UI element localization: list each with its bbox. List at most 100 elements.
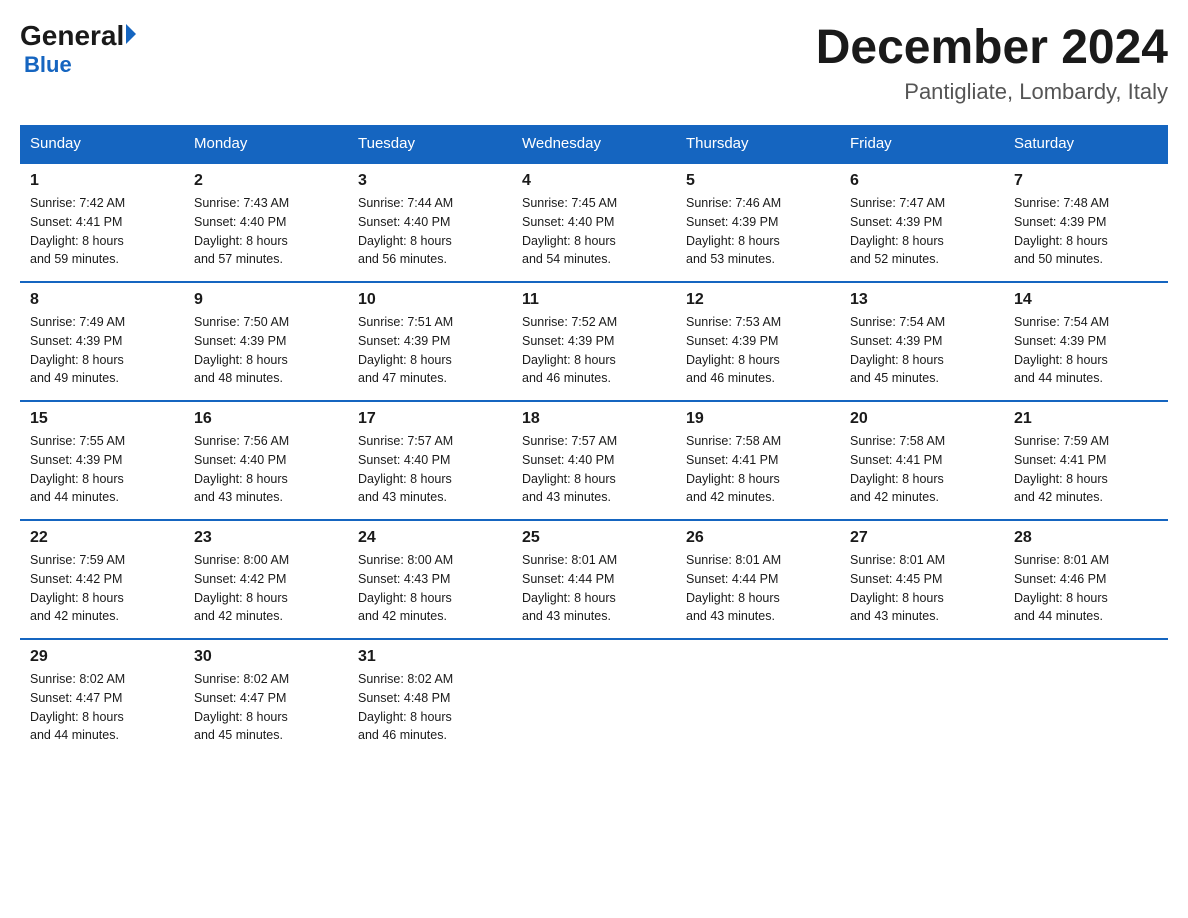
- calendar-cell: 29 Sunrise: 8:02 AMSunset: 4:47 PMDayligh…: [20, 639, 184, 757]
- day-number: 9: [194, 291, 338, 309]
- day-info: Sunrise: 7:58 AMSunset: 4:41 PMDaylight:…: [850, 432, 994, 507]
- day-info: Sunrise: 7:49 AMSunset: 4:39 PMDaylight:…: [30, 313, 174, 388]
- day-number: 26: [686, 529, 830, 547]
- calendar-cell: 26 Sunrise: 8:01 AMSunset: 4:44 PMDayligh…: [676, 520, 840, 639]
- calendar-cell: 24Sunrise: 8:00 AMSunset: 4:43 PMDayligh…: [348, 520, 512, 639]
- calendar-cell: 7Sunrise: 7:48 AMSunset: 4:39 PMDaylight…: [1004, 163, 1168, 282]
- logo-general: General: [20, 20, 136, 52]
- calendar-cell: 22 Sunrise: 7:59 AMSunset: 4:42 PMDayligh…: [20, 520, 184, 639]
- day-info: Sunrise: 7:59 AMSunset: 4:42 PMDaylight:…: [30, 551, 174, 626]
- calendar-cell: 3 Sunrise: 7:44 AMSunset: 4:40 PMDaylight…: [348, 163, 512, 282]
- header-monday: Monday: [184, 125, 348, 163]
- week-row-4: 22 Sunrise: 7:59 AMSunset: 4:42 PMDayligh…: [20, 520, 1168, 639]
- calendar-body: 1 Sunrise: 7:42 AMSunset: 4:41 PMDaylight…: [20, 163, 1168, 757]
- day-number: 23: [194, 529, 338, 547]
- header-tuesday: Tuesday: [348, 125, 512, 163]
- calendar-cell: [1004, 639, 1168, 757]
- logo: General Blue: [20, 20, 136, 78]
- calendar-cell: 30Sunrise: 8:02 AMSunset: 4:47 PMDayligh…: [184, 639, 348, 757]
- day-number: 19: [686, 410, 830, 428]
- day-number: 7: [1014, 172, 1158, 190]
- calendar-cell: 12 Sunrise: 7:53 AMSunset: 4:39 PMDayligh…: [676, 282, 840, 401]
- header-wednesday: Wednesday: [512, 125, 676, 163]
- day-info: Sunrise: 7:42 AMSunset: 4:41 PMDaylight:…: [30, 194, 174, 269]
- header-thursday: Thursday: [676, 125, 840, 163]
- day-info: Sunrise: 8:02 AMSunset: 4:48 PMDaylight:…: [358, 670, 502, 745]
- day-number: 24: [358, 529, 502, 547]
- week-row-3: 15Sunrise: 7:55 AMSunset: 4:39 PMDayligh…: [20, 401, 1168, 520]
- day-number: 16: [194, 410, 338, 428]
- day-number: 12: [686, 291, 830, 309]
- header-friday: Friday: [840, 125, 1004, 163]
- day-number: 25: [522, 529, 666, 547]
- day-info: Sunrise: 8:01 AMSunset: 4:44 PMDaylight:…: [686, 551, 830, 626]
- calendar-cell: 23 Sunrise: 8:00 AMSunset: 4:42 PMDayligh…: [184, 520, 348, 639]
- location-title: Pantigliate, Lombardy, Italy: [816, 79, 1168, 105]
- day-number: 27: [850, 529, 994, 547]
- calendar-cell: 2Sunrise: 7:43 AMSunset: 4:40 PMDaylight…: [184, 163, 348, 282]
- day-info: Sunrise: 7:52 AMSunset: 4:39 PMDaylight:…: [522, 313, 666, 388]
- day-number: 3: [358, 172, 502, 190]
- day-info: Sunrise: 8:02 AMSunset: 4:47 PMDaylight:…: [30, 670, 174, 745]
- day-info: Sunrise: 7:46 AMSunset: 4:39 PMDaylight:…: [686, 194, 830, 269]
- calendar-cell: 17 Sunrise: 7:57 AMSunset: 4:40 PMDayligh…: [348, 401, 512, 520]
- day-info: Sunrise: 8:01 AMSunset: 4:45 PMDaylight:…: [850, 551, 994, 626]
- day-number: 15: [30, 410, 174, 428]
- day-info: Sunrise: 7:54 AMSunset: 4:39 PMDaylight:…: [850, 313, 994, 388]
- day-number: 29: [30, 648, 174, 666]
- day-info: Sunrise: 7:56 AMSunset: 4:40 PMDaylight:…: [194, 432, 338, 507]
- calendar-cell: [840, 639, 1004, 757]
- day-info: Sunrise: 7:58 AMSunset: 4:41 PMDaylight:…: [686, 432, 830, 507]
- day-info: Sunrise: 7:57 AMSunset: 4:40 PMDaylight:…: [358, 432, 502, 507]
- calendar-cell: [512, 639, 676, 757]
- header-row: SundayMondayTuesdayWednesdayThursdayFrid…: [20, 125, 1168, 163]
- calendar-cell: 19 Sunrise: 7:58 AMSunset: 4:41 PMDayligh…: [676, 401, 840, 520]
- day-number: 8: [30, 291, 174, 309]
- calendar-cell: 9Sunrise: 7:50 AMSunset: 4:39 PMDaylight…: [184, 282, 348, 401]
- week-row-2: 8 Sunrise: 7:49 AMSunset: 4:39 PMDaylight…: [20, 282, 1168, 401]
- day-number: 2: [194, 172, 338, 190]
- calendar-cell: 14Sunrise: 7:54 AMSunset: 4:39 PMDayligh…: [1004, 282, 1168, 401]
- calendar-table: SundayMondayTuesdayWednesdayThursdayFrid…: [20, 125, 1168, 757]
- calendar-cell: 10Sunrise: 7:51 AMSunset: 4:39 PMDayligh…: [348, 282, 512, 401]
- day-number: 13: [850, 291, 994, 309]
- day-number: 14: [1014, 291, 1158, 309]
- header-saturday: Saturday: [1004, 125, 1168, 163]
- calendar-cell: [676, 639, 840, 757]
- day-number: 21: [1014, 410, 1158, 428]
- month-title: December 2024: [816, 20, 1168, 75]
- day-number: 17: [358, 410, 502, 428]
- logo-blue-text: Blue: [24, 52, 72, 78]
- calendar-cell: 20Sunrise: 7:58 AMSunset: 4:41 PMDayligh…: [840, 401, 1004, 520]
- logo-arrow-icon: [126, 24, 136, 44]
- calendar-header: SundayMondayTuesdayWednesdayThursdayFrid…: [20, 125, 1168, 163]
- day-number: 22: [30, 529, 174, 547]
- page-header: General Blue December 2024 Pantigliate, …: [20, 20, 1168, 105]
- day-info: Sunrise: 8:00 AMSunset: 4:42 PMDaylight:…: [194, 551, 338, 626]
- day-info: Sunrise: 8:01 AMSunset: 4:44 PMDaylight:…: [522, 551, 666, 626]
- day-number: 11: [522, 291, 666, 309]
- day-info: Sunrise: 7:44 AMSunset: 4:40 PMDaylight:…: [358, 194, 502, 269]
- calendar-cell: 5 Sunrise: 7:46 AMSunset: 4:39 PMDaylight…: [676, 163, 840, 282]
- title-block: December 2024 Pantigliate, Lombardy, Ita…: [816, 20, 1168, 105]
- week-row-1: 1 Sunrise: 7:42 AMSunset: 4:41 PMDaylight…: [20, 163, 1168, 282]
- logo-general-text: General: [20, 20, 124, 52]
- calendar-cell: 28Sunrise: 8:01 AMSunset: 4:46 PMDayligh…: [1004, 520, 1168, 639]
- day-info: Sunrise: 8:01 AMSunset: 4:46 PMDaylight:…: [1014, 551, 1158, 626]
- week-row-5: 29 Sunrise: 8:02 AMSunset: 4:47 PMDayligh…: [20, 639, 1168, 757]
- day-number: 6: [850, 172, 994, 190]
- day-info: Sunrise: 7:57 AMSunset: 4:40 PMDaylight:…: [522, 432, 666, 507]
- day-number: 1: [30, 172, 174, 190]
- header-sunday: Sunday: [20, 125, 184, 163]
- calendar-cell: 1 Sunrise: 7:42 AMSunset: 4:41 PMDaylight…: [20, 163, 184, 282]
- day-number: 31: [358, 648, 502, 666]
- day-info: Sunrise: 7:47 AMSunset: 4:39 PMDaylight:…: [850, 194, 994, 269]
- calendar-cell: 11 Sunrise: 7:52 AMSunset: 4:39 PMDayligh…: [512, 282, 676, 401]
- calendar-cell: 15Sunrise: 7:55 AMSunset: 4:39 PMDayligh…: [20, 401, 184, 520]
- day-info: Sunrise: 7:53 AMSunset: 4:39 PMDaylight:…: [686, 313, 830, 388]
- calendar-cell: 4Sunrise: 7:45 AMSunset: 4:40 PMDaylight…: [512, 163, 676, 282]
- day-number: 4: [522, 172, 666, 190]
- calendar-cell: 18Sunrise: 7:57 AMSunset: 4:40 PMDayligh…: [512, 401, 676, 520]
- calendar-cell: 8 Sunrise: 7:49 AMSunset: 4:39 PMDaylight…: [20, 282, 184, 401]
- day-number: 5: [686, 172, 830, 190]
